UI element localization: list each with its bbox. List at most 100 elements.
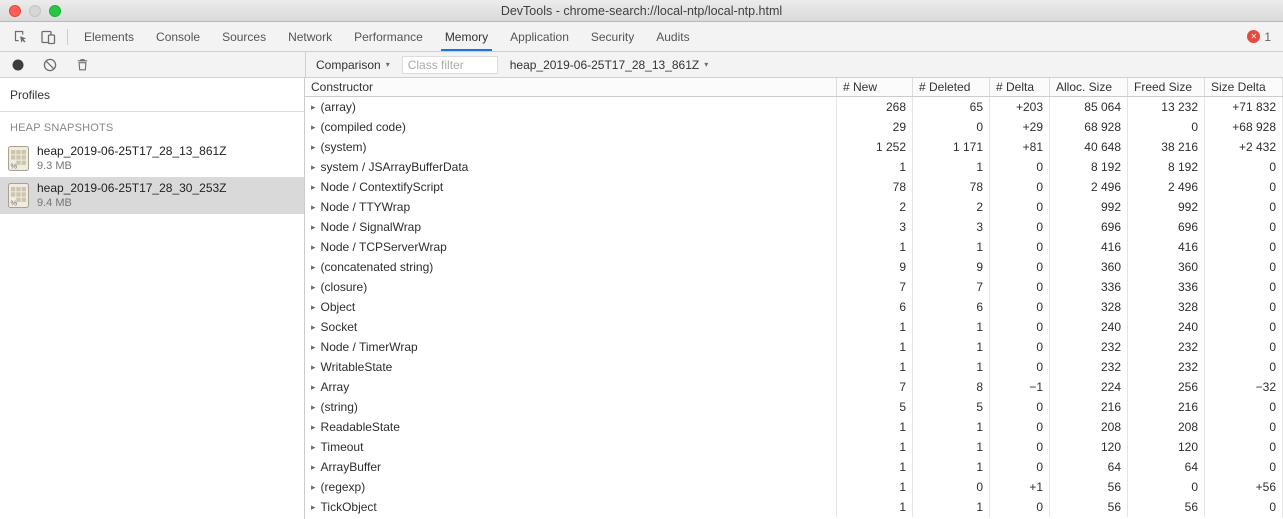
cell-alloc-size: 416 [1050,237,1128,257]
expand-arrow-icon[interactable]: ▸ [311,482,316,493]
table-row[interactable]: ▸ Object 6 6 0 328 328 0 [305,297,1283,317]
close-window-button[interactable] [9,5,21,17]
column-header-delta[interactable]: # Delta [990,78,1050,96]
profiles-sidebar: Profiles HEAP SNAPSHOTS % heap_2019-06-2… [0,78,305,519]
cell-new: 5 [837,397,913,417]
cell-new: 78 [837,177,913,197]
column-header-freed-size[interactable]: Freed Size [1128,78,1205,96]
base-snapshot-label: heap_2019-06-25T17_28_13_861Z [509,57,700,72]
expand-arrow-icon[interactable]: ▸ [311,242,316,253]
expand-arrow-icon[interactable]: ▸ [311,162,316,173]
tab-network[interactable]: Network [277,22,343,51]
tab-security[interactable]: Security [580,22,645,51]
column-header-deleted[interactable]: # Deleted [913,78,990,96]
expand-arrow-icon[interactable]: ▸ [311,502,316,513]
table-row[interactable]: ▸ system / JSArrayBufferData 1 1 0 8 192… [305,157,1283,177]
base-snapshot-select[interactable]: heap_2019-06-25T17_28_13_861Z ▾ [510,58,709,72]
table-row[interactable]: ▸ (system) 1 252 1 171 +81 40 648 38 216… [305,137,1283,157]
chevron-down-icon: ▾ [385,60,390,69]
cell-delta: 0 [990,337,1050,357]
expand-arrow-icon[interactable]: ▸ [311,182,316,193]
expand-arrow-icon[interactable]: ▸ [311,122,316,133]
expand-arrow-icon[interactable]: ▸ [311,342,316,353]
column-header-constructor[interactable]: Constructor [305,78,837,96]
minimize-window-button[interactable] [29,5,41,17]
cell-new: 1 [837,437,913,457]
snapshot-size: 9.4 MB [37,196,72,209]
tab-sources[interactable]: Sources [211,22,277,51]
heap-snapshot-item[interactable]: % heap_2019-06-25T17_28_30_253Z 9.4 MB [0,177,304,214]
table-row[interactable]: ▸ (regexp) 1 0 +1 56 0 +56 [305,477,1283,497]
cell-freed-size: 360 [1128,257,1205,277]
expand-arrow-icon[interactable]: ▸ [311,282,316,293]
zoom-window-button[interactable] [49,5,61,17]
tab-memory[interactable]: Memory [434,22,499,51]
cell-new: 3 [837,217,913,237]
cell-constructor: ▸ Socket [305,317,837,337]
table-row[interactable]: ▸ Node / SignalWrap 3 3 0 696 696 0 [305,217,1283,237]
cell-delta: 0 [990,217,1050,237]
heap-snapshot-item[interactable]: % heap_2019-06-25T17_28_13_861Z 9.3 MB [0,140,304,177]
window-title: DevTools - chrome-search://local-ntp/loc… [500,3,783,18]
table-row[interactable]: ▸ Node / TimerWrap 1 1 0 232 232 0 [305,337,1283,357]
column-header-alloc-size[interactable]: Alloc. Size [1050,78,1128,96]
expand-arrow-icon[interactable]: ▸ [311,222,316,233]
tabbar-divider [67,28,68,45]
perspective-select[interactable]: Comparison ▾ [316,58,390,72]
snapshot-name: heap_2019-06-25T17_28_30_253Z [37,181,227,196]
cell-deleted: 9 [913,257,990,277]
svg-text:%: % [11,199,18,208]
table-row[interactable]: ▸ (closure) 7 7 0 336 336 0 [305,277,1283,297]
table-row[interactable]: ▸ ArrayBuffer 1 1 0 64 64 0 [305,457,1283,477]
table-row[interactable]: ▸ WritableState 1 1 0 232 232 0 [305,357,1283,377]
expand-arrow-icon[interactable]: ▸ [311,462,316,473]
table-row[interactable]: ▸ (array) 268 65 +203 85 064 13 232 +71 … [305,97,1283,117]
tab-elements[interactable]: Elements [73,22,145,51]
delete-profile-button[interactable] [68,53,96,77]
inspect-element-icon[interactable] [6,25,34,49]
expand-arrow-icon[interactable]: ▸ [311,202,316,213]
expand-arrow-icon[interactable]: ▸ [311,402,316,413]
table-row[interactable]: ▸ TickObject 1 1 0 56 56 0 [305,497,1283,517]
expand-arrow-icon[interactable]: ▸ [311,362,316,373]
cell-constructor: ▸ Node / TimerWrap [305,337,837,357]
clear-profiles-button[interactable] [36,53,64,77]
heap-snapshot-icon: % [8,146,29,171]
expand-arrow-icon[interactable]: ▸ [311,322,316,333]
tab-performance[interactable]: Performance [343,22,434,51]
expand-arrow-icon[interactable]: ▸ [311,422,316,433]
cell-new: 1 [837,477,913,497]
constructor-name: Node / TimerWrap [320,340,418,354]
table-row[interactable]: ▸ Node / TCPServerWrap 1 1 0 416 416 0 [305,237,1283,257]
column-header-new[interactable]: # New [837,78,913,96]
table-row[interactable]: ▸ Node / ContextifyScript 78 78 0 2 496 … [305,177,1283,197]
table-row[interactable]: ▸ (concatenated string) 9 9 0 360 360 0 [305,257,1283,277]
tab-application[interactable]: Application [499,22,580,51]
column-header-size-delta[interactable]: Size Delta [1205,78,1283,96]
table-row[interactable]: ▸ Socket 1 1 0 240 240 0 [305,317,1283,337]
tab-audits[interactable]: Audits [645,22,700,51]
table-row[interactable]: ▸ Array 7 8 −1 224 256 −32 [305,377,1283,397]
tab-console[interactable]: Console [145,22,211,51]
cell-new: 9 [837,257,913,277]
table-row[interactable]: ▸ ReadableState 1 1 0 208 208 0 [305,417,1283,437]
profiles-header: Profiles [0,78,304,112]
constructor-name: (concatenated string) [320,260,434,274]
class-filter-input[interactable] [401,55,498,74]
cell-new: 29 [837,117,913,137]
error-badge[interactable]: ✕ 1 [1247,30,1271,44]
expand-arrow-icon[interactable]: ▸ [311,382,316,393]
expand-arrow-icon[interactable]: ▸ [311,302,316,313]
device-toolbar-icon[interactable] [34,25,62,49]
table-row[interactable]: ▸ (string) 5 5 0 216 216 0 [305,397,1283,417]
expand-arrow-icon[interactable]: ▸ [311,142,316,153]
cell-size-delta: 0 [1205,317,1283,337]
expand-arrow-icon[interactable]: ▸ [311,102,316,113]
table-row[interactable]: ▸ Timeout 1 1 0 120 120 0 [305,437,1283,457]
expand-arrow-icon[interactable]: ▸ [311,262,316,273]
expand-arrow-icon[interactable]: ▸ [311,442,316,453]
table-row[interactable]: ▸ Node / TTYWrap 2 2 0 992 992 0 [305,197,1283,217]
table-row[interactable]: ▸ (compiled code) 29 0 +29 68 928 0 +68 … [305,117,1283,137]
record-heap-snapshot-button[interactable] [4,53,32,77]
cell-freed-size: 240 [1128,317,1205,337]
